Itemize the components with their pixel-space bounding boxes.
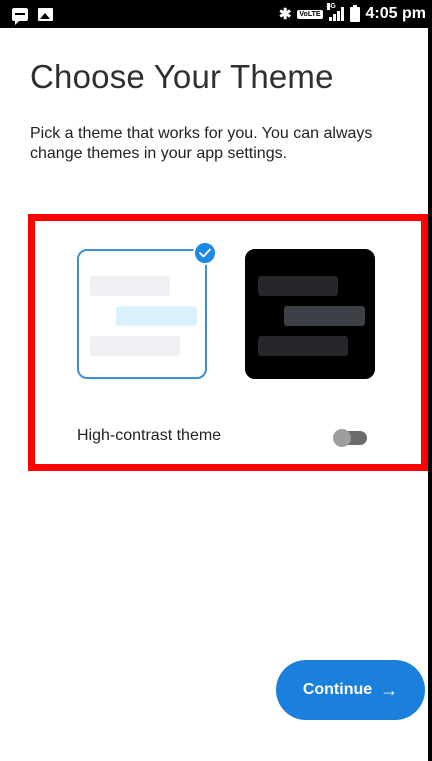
continue-button[interactable]: Continue → [276, 660, 425, 720]
high-contrast-label: High-contrast theme [77, 427, 222, 444]
battery-icon [349, 4, 360, 22]
preview-bar [258, 336, 348, 356]
page-subtitle: Pick a theme that works for you. You can… [30, 125, 373, 162]
preview-bar [90, 336, 180, 356]
bluetooth-icon: ✱ [278, 5, 292, 23]
preview-bar [90, 276, 170, 296]
status-left [12, 7, 53, 25]
status-time: 4:05 pm [365, 5, 426, 22]
volte-badge: VoLTE [297, 9, 323, 19]
dark-theme-card[interactable] [245, 249, 375, 379]
preview-bar [116, 306, 197, 326]
status-right: ✱ VoLTE 4G 4:05 pm [278, 3, 426, 23]
checkmark-icon [193, 241, 217, 265]
arrow-right-icon: → [380, 679, 399, 700]
message-icon [12, 7, 28, 25]
toggle-thumb [333, 429, 351, 447]
status-bar: ✱ VoLTE 4G 4:05 pm [0, 0, 432, 28]
page-title: Choose Your Theme [30, 58, 334, 95]
lte-label: 4G [326, 3, 336, 10]
preview-bar [284, 306, 365, 326]
signal-icon: 4G [326, 3, 344, 21]
continue-label: Continue [302, 681, 373, 698]
light-theme-card[interactable] [77, 249, 207, 379]
screen-edge [428, 28, 432, 761]
high-contrast-toggle[interactable] [333, 429, 369, 447]
image-icon [38, 7, 53, 21]
preview-bar [258, 276, 338, 296]
